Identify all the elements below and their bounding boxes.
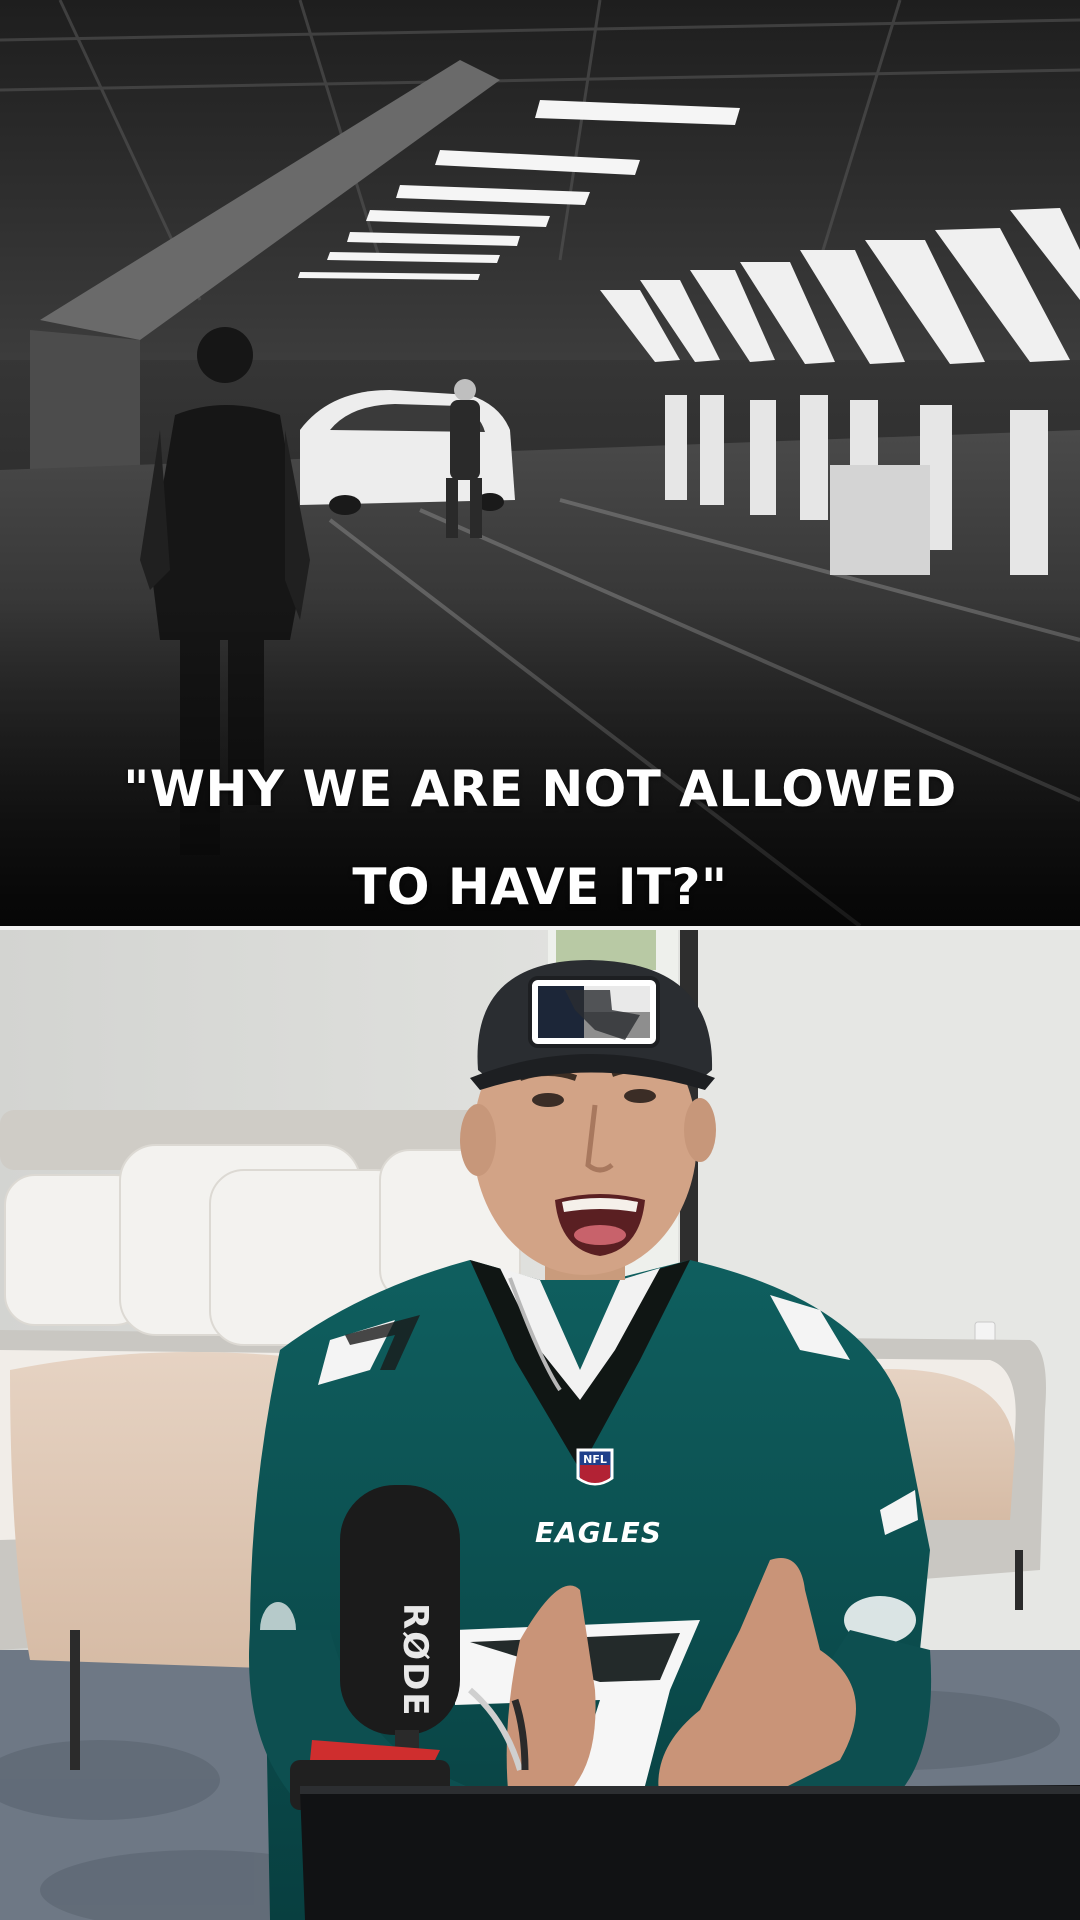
jersey-team-label: EAGLES <box>535 1516 662 1549</box>
creator-scene <box>0 930 1080 1920</box>
caption-line-2: TO HAVE IT?" <box>352 858 728 916</box>
jersey-badge-label: NFL <box>583 1453 607 1466</box>
video-frame: "WHY WE ARE NOT ALLOWED TO HAVE IT?" RØD… <box>0 0 1080 1920</box>
factory-clip: "WHY WE ARE NOT ALLOWED TO HAVE IT?" <box>0 0 1080 926</box>
microphone-brand-label: RØDE <box>395 1602 435 1718</box>
caption-line-1: "WHY WE ARE NOT ALLOWED <box>123 760 957 818</box>
creator-clip <box>0 930 1080 1920</box>
caption-text: "WHY WE ARE NOT ALLOWED TO HAVE IT?" <box>0 740 1080 926</box>
car-shape <box>300 390 515 515</box>
